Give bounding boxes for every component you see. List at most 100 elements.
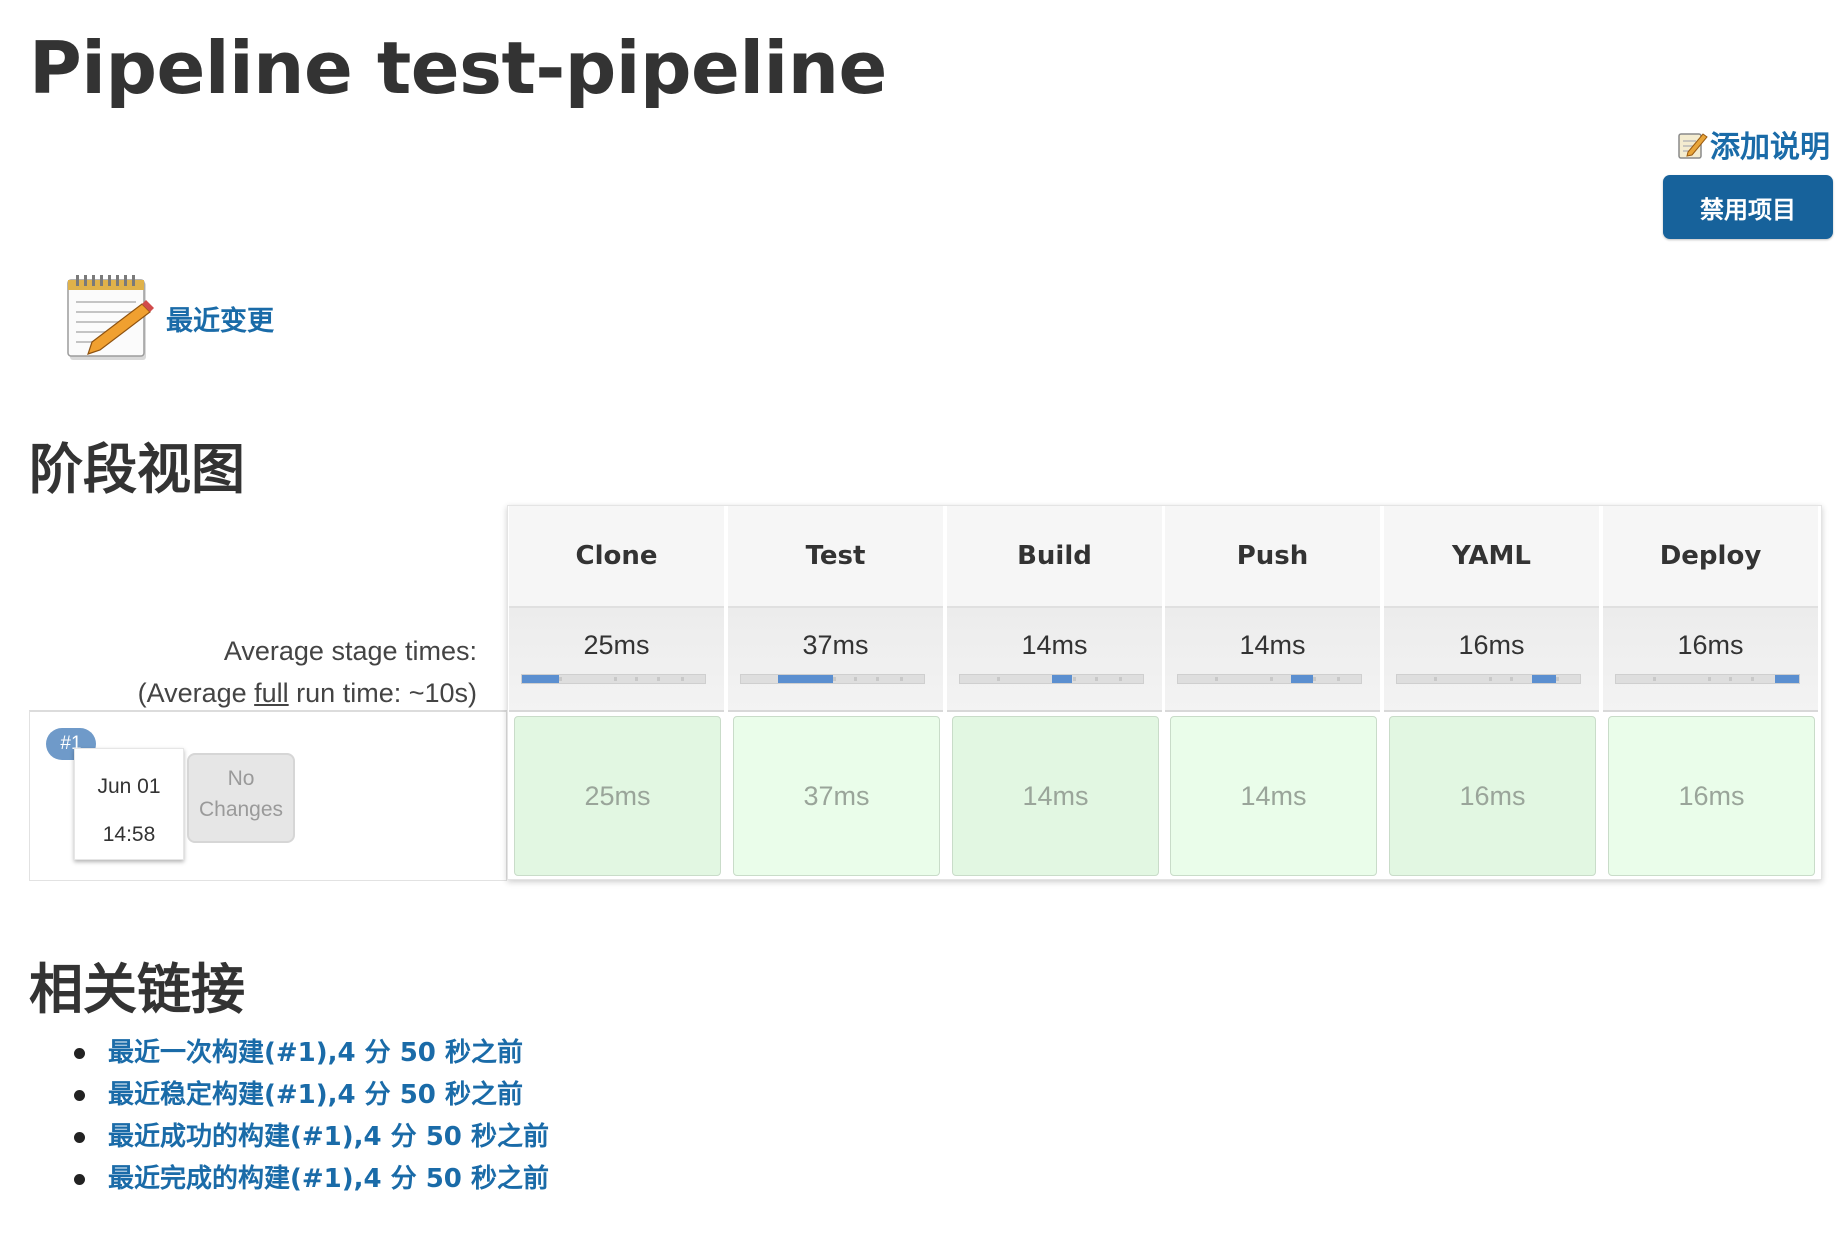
stage-header: Push [1165, 506, 1380, 608]
progress-tick [1708, 677, 1711, 681]
stage-view: Average stage times: (Average full run t… [29, 505, 1829, 885]
progress-tick [1556, 677, 1559, 681]
recent-changes-link[interactable]: 最近变更 [166, 299, 274, 338]
list-item: 最近一次构建(#1),4 分 50 秒之前 [70, 1032, 549, 1074]
stage-table: Clone 25ms 25ms Test 37ms 37ms Build 14ms 14ms Pu… [507, 505, 1822, 880]
stage-header: YAML [1384, 506, 1599, 608]
progress-tick [681, 677, 684, 681]
progress-tick [657, 677, 660, 681]
no-changes-line1: No [227, 767, 255, 790]
list-item: 最近稳定构建(#1),4 分 50 秒之前 [70, 1074, 549, 1116]
stage-progress-bar [740, 674, 925, 684]
stage-run-cell[interactable]: 14ms [952, 716, 1159, 876]
full-run-link[interactable]: full [254, 678, 289, 708]
progress-tick [900, 677, 903, 681]
add-description-label: 添加说明 [1710, 130, 1830, 165]
stage-average-cell: 16ms [1603, 608, 1818, 712]
related-links-list: 最近一次构建(#1),4 分 50 秒之前 最近稳定构建(#1),4 分 50 … [70, 1032, 549, 1200]
stage-progress-fill [522, 675, 559, 683]
average-run-suffix: run time: ~10s) [288, 678, 477, 708]
stage-average-time: 16ms [1458, 630, 1525, 660]
stage-average-cell: 16ms [1384, 608, 1599, 712]
stage-column-deploy: Deploy 16ms 16ms [1602, 506, 1819, 879]
stage-progress-fill [1052, 675, 1072, 683]
last-successful-build-link[interactable]: 最近成功的构建(#1),4 分 50 秒之前 [108, 1122, 549, 1152]
stage-average-time: 16ms [1677, 630, 1744, 660]
progress-tick [854, 677, 857, 681]
average-run-prefix: (Average [137, 678, 255, 708]
stage-average-cell: 14ms [1165, 608, 1380, 712]
edit-notepad-icon [1678, 133, 1708, 159]
stage-average-time: 37ms [802, 630, 869, 660]
progress-tick [1313, 677, 1316, 681]
progress-tick [1337, 677, 1340, 681]
notepad-icon [67, 275, 154, 360]
stage-progress-fill [778, 675, 833, 683]
progress-tick [1510, 677, 1513, 681]
last-stable-build-link[interactable]: 最近稳定构建(#1),4 分 50 秒之前 [108, 1080, 523, 1110]
stage-header: Clone [509, 506, 724, 608]
build-time: 14:58 [102, 823, 156, 846]
no-changes-box: No Changes [187, 753, 295, 843]
stage-header: Build [947, 506, 1162, 608]
stage-column-test: Test 37ms 37ms [727, 506, 944, 879]
progress-tick [1729, 677, 1732, 681]
stage-progress-bar [1396, 674, 1581, 684]
stage-progress-bar [1177, 674, 1362, 684]
related-links-heading: 相关链接 [29, 958, 245, 1021]
stage-progress-fill [1775, 675, 1799, 683]
progress-tick [876, 677, 879, 681]
stage-run-cell[interactable]: 25ms [514, 716, 721, 876]
page-title: Pipeline test-pipeline [29, 26, 887, 110]
stage-column-clone: Clone 25ms 25ms [508, 506, 725, 879]
stage-run-cell[interactable]: 16ms [1608, 716, 1815, 876]
build-row: #1 Jun 01 14:58 No Changes [29, 710, 507, 881]
progress-tick [1215, 677, 1218, 681]
stage-progress-bar [1615, 674, 1800, 684]
progress-tick [1270, 677, 1273, 681]
list-item: 最近完成的构建(#1),4 分 50 秒之前 [70, 1158, 549, 1200]
stage-view-left-column: Average stage times: (Average full run t… [29, 505, 507, 885]
stage-progress-bar [959, 674, 1144, 684]
build-date-card: Jun 01 14:58 [74, 748, 184, 860]
progress-tick [1489, 677, 1492, 681]
stage-progress-fill [1532, 675, 1556, 683]
progress-tick [635, 677, 638, 681]
stage-run-cell[interactable]: 16ms [1389, 716, 1596, 876]
progress-tick [997, 677, 1000, 681]
progress-tick [614, 677, 617, 681]
stage-view-heading: 阶段视图 [29, 438, 245, 501]
add-description-link[interactable]: 添加说明 [1676, 122, 1830, 166]
progress-tick [1119, 677, 1122, 681]
recent-changes[interactable]: 最近变更 [64, 272, 274, 364]
stage-header: Deploy [1603, 506, 1818, 608]
progress-tick [1653, 677, 1656, 681]
stage-column-push: Push 14ms 14ms [1164, 506, 1381, 879]
build-date: Jun 01 [97, 775, 161, 798]
stage-average-time: 14ms [1021, 630, 1088, 660]
progress-tick [833, 677, 836, 681]
stage-header: Test [728, 506, 943, 608]
stage-run-cell[interactable]: 14ms [1170, 716, 1377, 876]
stage-progress-bar [521, 674, 706, 684]
progress-tick [1073, 677, 1076, 681]
average-stage-times-text: Average stage times: [223, 636, 477, 666]
stage-column-yaml: YAML 16ms 16ms [1383, 506, 1600, 879]
stage-average-time: 25ms [583, 630, 650, 660]
stage-column-build: Build 14ms 14ms [946, 506, 1163, 879]
last-completed-build-link[interactable]: 最近完成的构建(#1),4 分 50 秒之前 [108, 1164, 549, 1194]
stage-average-cell: 25ms [509, 608, 724, 712]
progress-tick [1095, 677, 1098, 681]
list-item: 最近成功的构建(#1),4 分 50 秒之前 [70, 1116, 549, 1158]
progress-tick [1434, 677, 1437, 681]
stage-run-cell[interactable]: 37ms [733, 716, 940, 876]
stage-progress-fill [1291, 675, 1313, 683]
disable-project-button[interactable]: 禁用项目 [1663, 175, 1833, 239]
average-stage-times-label: Average stage times: (Average full run t… [138, 630, 477, 714]
progress-tick [1751, 677, 1754, 681]
progress-tick [559, 677, 562, 681]
last-build-link[interactable]: 最近一次构建(#1),4 分 50 秒之前 [108, 1038, 523, 1068]
stage-average-cell: 14ms [947, 608, 1162, 712]
no-changes-line2: Changes [198, 798, 284, 821]
stage-average-time: 14ms [1239, 630, 1306, 660]
